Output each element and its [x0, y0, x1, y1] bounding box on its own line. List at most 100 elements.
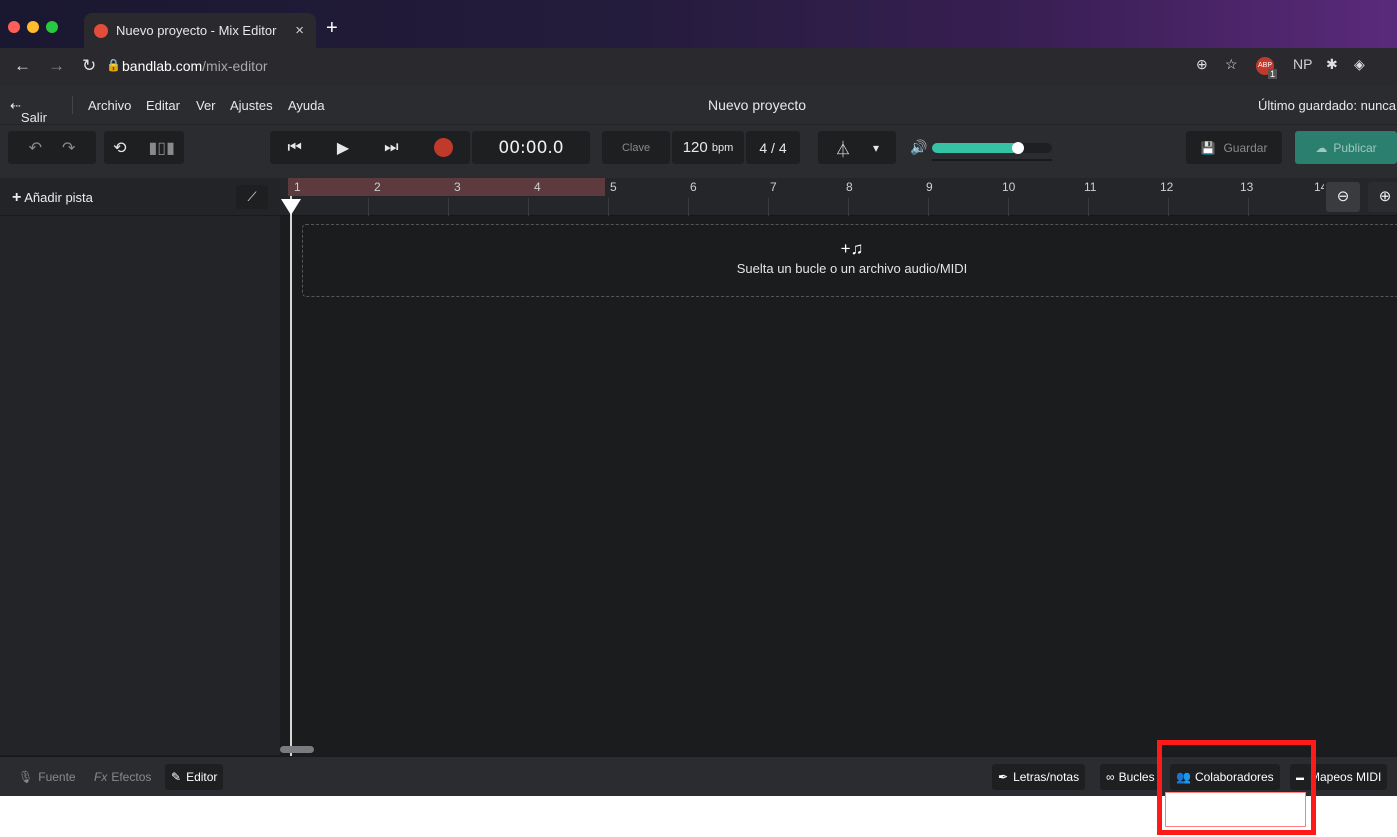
- menu-editar[interactable]: Editar: [146, 98, 180, 113]
- editor-label: Editor: [186, 770, 218, 784]
- maximize-window-button[interactable]: [46, 21, 58, 33]
- menu-ver[interactable]: Ver: [196, 98, 216, 113]
- effects-tab[interactable]: Fx Efectos: [88, 764, 157, 790]
- playhead[interactable]: [290, 196, 292, 756]
- ruler-tick: [448, 198, 449, 216]
- bar-number: 11: [1084, 180, 1097, 194]
- ruler-tick: [1088, 198, 1089, 216]
- sidebar-header: + Añadir pista ⟋: [0, 178, 280, 216]
- volume-knob[interactable]: [1012, 142, 1025, 154]
- chevron-down-icon[interactable]: ▾: [873, 141, 879, 155]
- key-button[interactable]: Clave: [602, 131, 670, 164]
- loop-split-group: ⟲ ▮▯▮: [104, 131, 184, 164]
- add-track-label: Añadir pista: [24, 190, 93, 205]
- bar-number: 8: [846, 180, 853, 194]
- feather-icon: ✒: [998, 770, 1009, 784]
- zoom-out-icon[interactable]: ⊖: [1326, 182, 1360, 212]
- new-tab-button[interactable]: +: [326, 18, 338, 38]
- project-title[interactable]: Nuevo proyecto: [708, 97, 806, 113]
- microphone-icon: 🎙: [18, 770, 34, 784]
- publish-button[interactable]: ☁ Publicar: [1295, 131, 1397, 164]
- loop-region[interactable]: [288, 178, 605, 196]
- highlight-inner-box: [1165, 792, 1306, 827]
- horizontal-scrollbar[interactable]: [280, 746, 314, 753]
- profile-avatar[interactable]: ◈: [1354, 56, 1365, 73]
- close-window-button[interactable]: [8, 21, 20, 33]
- skip-forward-icon[interactable]: ⏭: [384, 139, 398, 157]
- exit-button[interactable]: ⇠ Salir: [10, 98, 47, 125]
- zoom-in-icon[interactable]: ⊕: [1368, 182, 1397, 212]
- mix-editor-app: ⇠ Salir Archivo Editar Ver Ajustes Ayuda…: [0, 86, 1397, 796]
- bar-number: 10: [1002, 180, 1016, 194]
- zoom-icon[interactable]: ⊕: [1196, 56, 1208, 73]
- bar-number: 12: [1160, 180, 1174, 194]
- bpm-value: 120: [682, 139, 708, 156]
- tab-close-icon[interactable]: ×: [295, 22, 304, 39]
- time-signature-field[interactable]: 4 / 4: [746, 131, 800, 164]
- loops-label: Bucles: [1118, 770, 1155, 784]
- undo-redo-group: ↶ ↷: [8, 131, 96, 164]
- cloud-upload-icon: ☁: [1315, 140, 1328, 155]
- ruler-tick: [368, 198, 369, 216]
- save-button[interactable]: 💾 Guardar: [1186, 131, 1282, 164]
- metronome-group: ⏃ ▾: [818, 131, 896, 164]
- url-path: /mix-editor: [202, 58, 268, 74]
- browser-tab[interactable]: Nuevo proyecto - Mix Editor ×: [84, 13, 316, 48]
- address-bar: ← → ↻ 🔒 bandlab.com/mix-editor ⊕ ☆ ABP 1…: [0, 48, 1397, 86]
- master-volume-slider[interactable]: [932, 142, 1052, 154]
- automation-icon[interactable]: ⟋: [236, 185, 268, 209]
- ruler-tick: [1168, 198, 1169, 216]
- add-track-button[interactable]: + Añadir pista: [12, 189, 93, 207]
- save-label: Guardar: [1223, 140, 1268, 155]
- plus-icon: +: [12, 189, 22, 206]
- add-music-note-icon: +♫: [840, 239, 864, 258]
- lyrics-notes-tab[interactable]: ✒ Letras/notas: [992, 764, 1086, 790]
- bar-number: 14: [1314, 180, 1324, 194]
- bar-number: 4: [534, 180, 541, 194]
- menu-archivo[interactable]: Archivo: [88, 98, 131, 113]
- bar-ruler[interactable]: 1 2 3 4 5 6 7 8 9 10 11 12 13 14: [280, 178, 1397, 216]
- editor-tab[interactable]: ✎ Editor: [165, 764, 224, 790]
- drop-zone-text: Suelta un bucle o un archivo audio/MIDI: [736, 261, 968, 276]
- bookmark-star-icon[interactable]: ☆: [1225, 56, 1238, 73]
- ruler-tick: [608, 198, 609, 216]
- loop-toggle-icon[interactable]: ⟲: [113, 138, 126, 158]
- save-disk-icon: 💾: [1200, 140, 1216, 155]
- undo-icon[interactable]: ↶: [29, 138, 42, 158]
- skip-back-icon[interactable]: ⏮: [287, 139, 301, 157]
- bpm-field[interactable]: 120 bpm: [672, 131, 744, 164]
- source-tab[interactable]: 🎙 Fuente: [12, 764, 82, 790]
- volume-meter: [932, 159, 1052, 161]
- url-field[interactable]: bandlab.com/mix-editor: [122, 58, 268, 74]
- ruler-tick: [768, 198, 769, 216]
- bar-number: 5: [610, 180, 617, 194]
- tab-title: Nuevo proyecto - Mix Editor: [116, 23, 277, 38]
- menu-ayuda[interactable]: Ayuda: [288, 98, 325, 113]
- record-button[interactable]: [433, 138, 453, 157]
- loops-tab[interactable]: ∞ Bucles: [1100, 764, 1160, 790]
- ruler-tick: [1248, 198, 1249, 216]
- extensions-puzzle-icon[interactable]: ✱: [1326, 56, 1338, 73]
- menu-bar: ⇠ Salir Archivo Editar Ver Ajustes Ayuda…: [0, 86, 1397, 125]
- minimize-window-button[interactable]: [27, 21, 39, 33]
- extension-np[interactable]: NP: [1293, 56, 1312, 72]
- infinity-icon: ∞: [1106, 770, 1115, 784]
- menu-divider: [72, 96, 73, 114]
- bpm-unit: bpm: [711, 141, 734, 154]
- forward-icon[interactable]: →: [48, 56, 65, 76]
- midi-mapping-label: Mapeos MIDI: [1310, 770, 1382, 784]
- reload-icon[interactable]: ↻: [82, 56, 96, 76]
- drop-zone[interactable]: +♫ Suelta un bucle o un archivo audio/MI…: [302, 224, 1397, 297]
- playhead-handle[interactable]: [281, 199, 301, 215]
- playback-controls: ⏮ ▶ ⏭: [270, 131, 470, 164]
- ruler-tick: [1008, 198, 1009, 216]
- fx-icon: Fx: [94, 770, 108, 784]
- play-icon[interactable]: ▶: [337, 138, 349, 158]
- metronome-icon[interactable]: ⏃: [835, 136, 851, 160]
- source-label: Fuente: [38, 770, 76, 784]
- redo-icon[interactable]: ↷: [62, 138, 75, 158]
- menu-ajustes[interactable]: Ajustes: [230, 98, 273, 113]
- split-icon[interactable]: ▮▯▮: [148, 138, 174, 158]
- volume-icon: 🔊: [910, 139, 928, 155]
- back-icon[interactable]: ←: [14, 56, 31, 76]
